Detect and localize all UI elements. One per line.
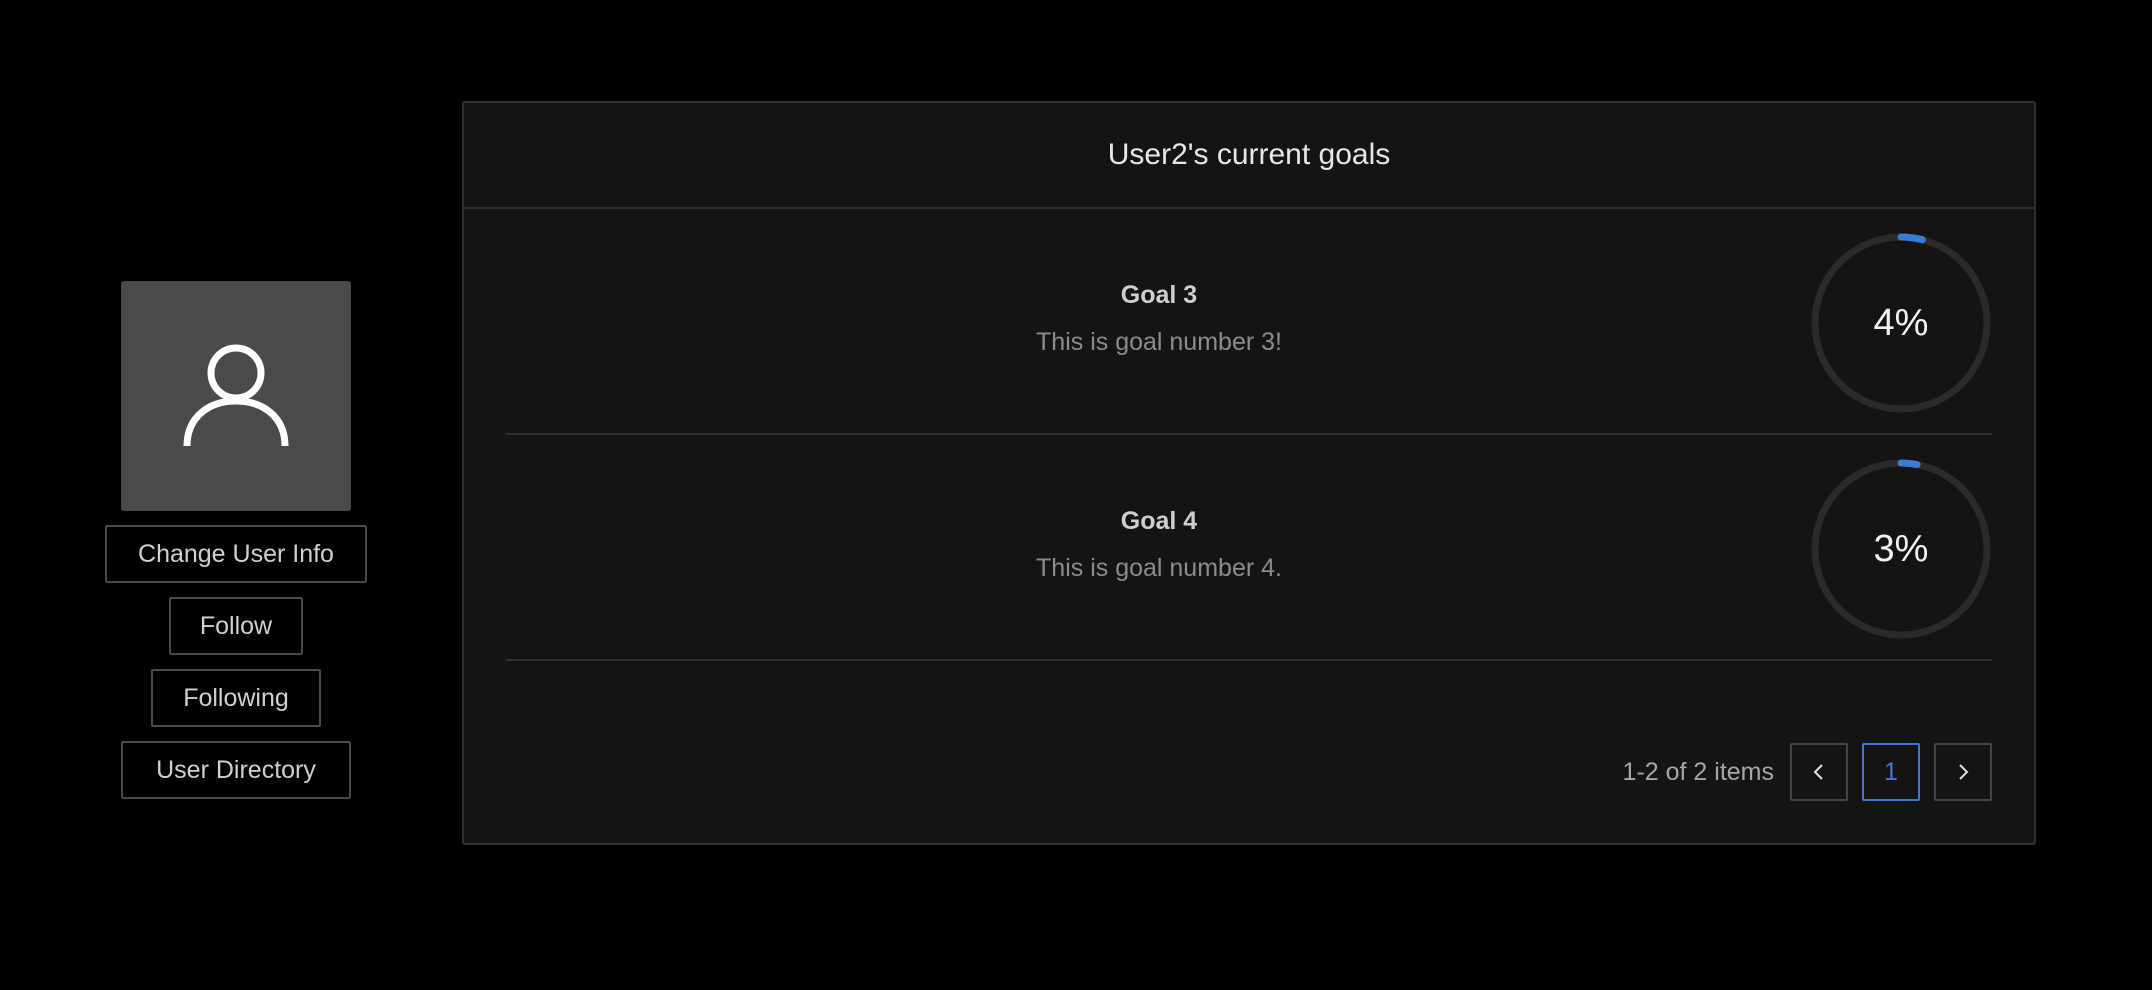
goal-progress-circle: 3% — [1810, 458, 1992, 640]
goal-description: This is goal number 4. — [1036, 554, 1282, 582]
user-icon — [183, 344, 289, 447]
goal-list: Goal 3 This is goal number 3! 4% Goal 4 … — [506, 209, 1992, 661]
goal-text: Goal 3 This is goal number 3! — [506, 281, 1992, 357]
goals-card-title: User2's current goals — [464, 103, 2034, 209]
pagination: 1-2 of 2 items 1 — [1623, 743, 1992, 801]
goal-progress-circle: 4% — [1810, 232, 1992, 414]
chevron-right-icon — [1959, 764, 1969, 780]
avatar — [121, 281, 351, 511]
goal-progress-label: 3% — [1873, 527, 1929, 570]
user-directory-button[interactable]: User Directory — [121, 741, 351, 799]
goal-text: Goal 4 This is goal number 4. — [506, 507, 1992, 583]
goals-card: User2's current goals Goal 3 This is goa… — [462, 101, 2036, 845]
goal-title: Goal 3 — [1120, 281, 1198, 309]
previous-page-button[interactable] — [1790, 743, 1848, 801]
next-page-button[interactable] — [1934, 743, 1992, 801]
goal-item: Goal 3 This is goal number 3! 4% — [506, 209, 1992, 435]
pagination-summary: 1-2 of 2 items — [1622, 757, 1774, 786]
goal-description: This is goal number 3! — [1036, 328, 1282, 356]
chevron-left-icon — [1813, 764, 1823, 780]
following-button[interactable]: Following — [151, 669, 321, 727]
follow-button[interactable]: Follow — [169, 597, 303, 655]
goal-title: Goal 4 — [1120, 507, 1198, 535]
page-1-button[interactable]: 1 — [1862, 743, 1920, 801]
profile-sidebar: Change User Info Follow Following User D… — [104, 281, 368, 799]
change-user-info-button[interactable]: Change User Info — [105, 525, 367, 583]
goal-progress-label: 4% — [1873, 301, 1929, 344]
goal-item: Goal 4 This is goal number 4. 3% — [506, 435, 1992, 661]
